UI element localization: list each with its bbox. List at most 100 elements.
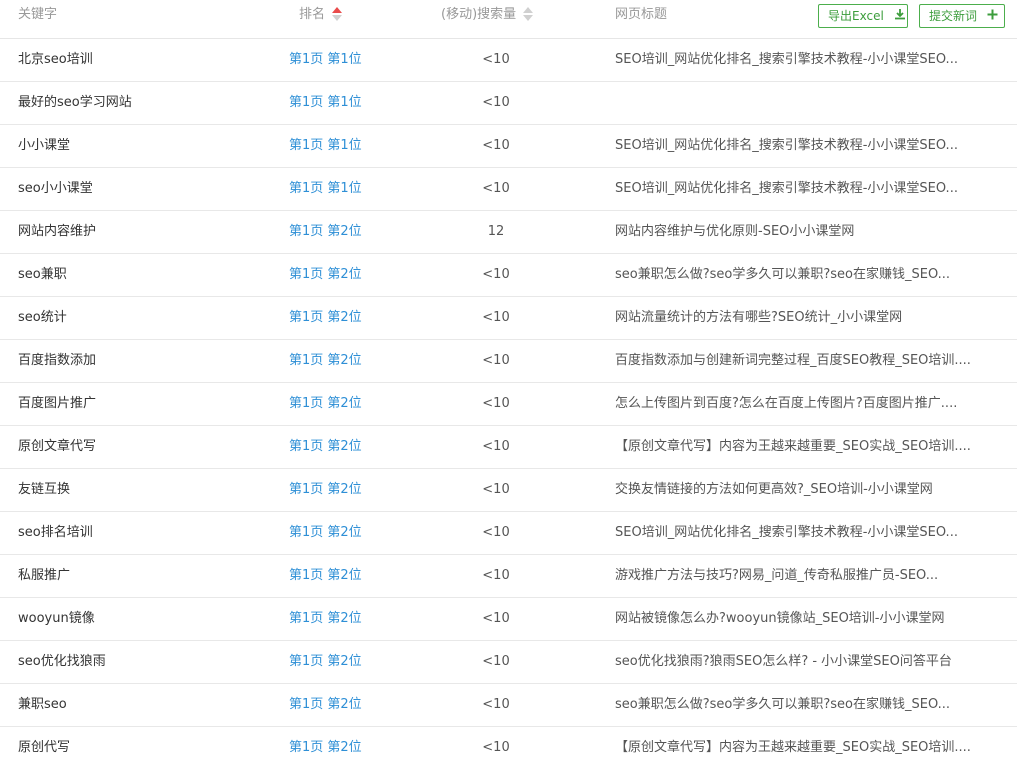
search-volume-cell: <10 [482, 396, 510, 411]
search-volume-cell: <10 [482, 568, 510, 583]
page-title-cell: SEO培训_网站优化排名_搜索引擎技术教程-小小课堂SEO... [615, 181, 958, 196]
download-icon [894, 5, 906, 27]
keyword-cell: seo统计 [18, 310, 67, 325]
page-title-cell: SEO培训_网站优化排名_搜索引擎技术教程-小小课堂SEO... [615, 525, 958, 540]
keyword-cell: 百度指数添加 [18, 353, 97, 368]
sort-arrows-icon[interactable] [523, 6, 534, 21]
rank-link[interactable]: 第1页 第2位 [289, 684, 362, 726]
rank-link[interactable]: 第1页 第2位 [289, 340, 362, 382]
table-row: 网站内容维护 第1页 第2位 12 网站内容维护与优化原则-SEO小小课堂网 [0, 211, 1017, 254]
rank-link[interactable]: 第1页 第2位 [289, 555, 362, 597]
sort-arrows-icon[interactable] [332, 6, 343, 21]
page-title-cell: 交换友情链接的方法如何更高效?_SEO培训-小小课堂网 [615, 482, 933, 497]
column-header-volume-label: (移动)搜索量 [441, 7, 517, 22]
column-header-keyword: 关键字 [18, 7, 58, 22]
rank-link[interactable]: 第1页 第2位 [289, 211, 362, 253]
rank-link[interactable]: 第1页 第2位 [289, 426, 362, 468]
keyword-cell: 兼职seo [18, 697, 67, 712]
keyword-cell: 百度图片推广 [18, 396, 97, 411]
table-row: 原创文章代写 第1页 第2位 <10 【原创文章代写】内容为王越来越重要_SEO实战_… [0, 426, 1017, 469]
table-row: 北京seo培训 第1页 第1位 <10 SEO培训_网站优化排名_搜索引擎技术教程-小… [0, 39, 1017, 82]
table-row: 兼职seo 第1页 第2位 <10 seo兼职怎么做?seo学多久可以兼职?seo在家… [0, 684, 1017, 727]
search-volume-cell: <10 [482, 52, 510, 67]
page-title-cell: 网站被镜像怎么办?wooyun镜像站_SEO培训-小小课堂网 [615, 611, 945, 626]
table-row: 百度图片推广 第1页 第2位 <10 怎么上传图片到百度?怎么在百度上传图片?百度图片… [0, 383, 1017, 426]
keyword-ranking-table: 关键字 排名 (移动)搜索量 网页标题 导出Excel 提交新词 北京seo培训… [0, 0, 1017, 765]
keyword-cell: seo优化找狼雨 [18, 654, 106, 669]
rank-link[interactable]: 第1页 第2位 [289, 297, 362, 339]
export-excel-button[interactable]: 导出Excel [818, 4, 908, 28]
rank-link[interactable]: 第1页 第2位 [289, 727, 362, 765]
table-row: 原创代写 第1页 第2位 <10 【原创文章代写】内容为王越来越重要_SEO实战_SE… [0, 727, 1017, 765]
export-excel-label: 导出Excel [828, 9, 884, 23]
rank-link[interactable]: 第1页 第1位 [289, 125, 362, 167]
keyword-cell: 私服推广 [18, 568, 71, 583]
keyword-cell: seo小小课堂 [18, 181, 93, 196]
column-header-rank-label: 排名 [299, 7, 326, 22]
keyword-cell: seo兼职 [18, 267, 67, 282]
table-row: 小小课堂 第1页 第1位 <10 SEO培训_网站优化排名_搜索引擎技术教程-小小课堂… [0, 125, 1017, 168]
keyword-cell: 北京seo培训 [18, 52, 93, 67]
page-title-cell: SEO培训_网站优化排名_搜索引擎技术教程-小小课堂SEO... [615, 52, 958, 67]
search-volume-cell: <10 [482, 525, 510, 540]
search-volume-cell: <10 [482, 439, 510, 454]
table-row: seo小小课堂 第1页 第1位 <10 SEO培训_网站优化排名_搜索引擎技术教程-小… [0, 168, 1017, 211]
page-title-cell: seo优化找狼雨?狼雨SEO怎么样? - 小小课堂SEO问答平台 [615, 654, 952, 669]
page-title-cell: 游戏推广方法与技巧?网易_问道_传奇私服推广员-SEO... [615, 568, 939, 583]
page-title-cell: 【原创文章代写】内容为王越来越重要_SEO实战_SEO培训.... [615, 439, 971, 454]
search-volume-cell: 12 [487, 224, 505, 239]
table-row: seo排名培训 第1页 第2位 <10 SEO培训_网站优化排名_搜索引擎技术教程-小… [0, 512, 1017, 555]
keyword-cell: 网站内容维护 [18, 224, 97, 239]
rank-link[interactable]: 第1页 第2位 [289, 512, 362, 554]
keyword-cell: wooyun镜像 [18, 611, 95, 626]
table-row: wooyun镜像 第1页 第2位 <10 网站被镜像怎么办?wooyun镜像站_SEO… [0, 598, 1017, 641]
page-title-cell: 怎么上传图片到百度?怎么在百度上传图片?百度图片推广.... [615, 396, 958, 411]
rank-link[interactable]: 第1页 第2位 [289, 254, 362, 296]
page-title-cell [615, 82, 991, 124]
rank-link[interactable]: 第1页 第2位 [289, 383, 362, 425]
submit-new-keyword-label: 提交新词 [929, 9, 978, 23]
search-volume-cell: <10 [482, 353, 510, 368]
column-header-search-volume[interactable]: (移动)搜索量 [441, 0, 534, 38]
search-volume-cell: <10 [482, 740, 510, 755]
search-volume-cell: <10 [482, 181, 510, 196]
rank-link[interactable]: 第1页 第1位 [289, 168, 362, 210]
search-volume-cell: <10 [482, 482, 510, 497]
rank-link[interactable]: 第1页 第1位 [289, 82, 362, 124]
page-title-cell: 网站流量统计的方法有哪些?SEO统计_小小课堂网 [615, 310, 903, 325]
search-volume-cell: <10 [482, 95, 510, 110]
keyword-cell: 原创文章代写 [18, 439, 97, 454]
rank-link[interactable]: 第1页 第2位 [289, 641, 362, 683]
column-header-page-title: 网页标题 [615, 7, 668, 22]
keyword-cell: 原创代写 [18, 740, 71, 755]
rank-link[interactable]: 第1页 第2位 [289, 598, 362, 640]
page-title-cell: 【原创文章代写】内容为王越来越重要_SEO实战_SEO培训.... [615, 740, 971, 755]
table-row: seo优化找狼雨 第1页 第2位 <10 seo优化找狼雨?狼雨SEO怎么样? - 小… [0, 641, 1017, 684]
page-title-cell: seo兼职怎么做?seo学多久可以兼职?seo在家赚钱_SEO... [615, 697, 951, 712]
keyword-cell: seo排名培训 [18, 525, 93, 540]
page-title-cell: seo兼职怎么做?seo学多久可以兼职?seo在家赚钱_SEO... [615, 267, 951, 282]
rank-link[interactable]: 第1页 第1位 [289, 39, 362, 81]
page-title-cell: 百度指数添加与创建新词完整过程_百度SEO教程_SEO培训.... [615, 353, 971, 368]
search-volume-cell: <10 [482, 611, 510, 626]
table-row: 最好的seo学习网站 第1页 第1位 <10 [0, 82, 1017, 125]
keyword-cell: 最好的seo学习网站 [18, 95, 132, 110]
table-row: 百度指数添加 第1页 第2位 <10 百度指数添加与创建新词完整过程_百度SEO教程_… [0, 340, 1017, 383]
table-row: 私服推广 第1页 第2位 <10 游戏推广方法与技巧?网易_问道_传奇私服推广员-SE… [0, 555, 1017, 598]
table-body: 北京seo培训 第1页 第1位 <10 SEO培训_网站优化排名_搜索引擎技术教程-小… [0, 39, 1017, 765]
search-volume-cell: <10 [482, 267, 510, 282]
page-title-cell: SEO培训_网站优化排名_搜索引擎技术教程-小小课堂SEO... [615, 138, 958, 153]
rank-link[interactable]: 第1页 第2位 [289, 469, 362, 511]
search-volume-cell: <10 [482, 697, 510, 712]
search-volume-cell: <10 [482, 310, 510, 325]
search-volume-cell: <10 [482, 138, 510, 153]
search-volume-cell: <10 [482, 654, 510, 669]
table-row: seo兼职 第1页 第2位 <10 seo兼职怎么做?seo学多久可以兼职?seo在家… [0, 254, 1017, 297]
table-row: 友链互换 第1页 第2位 <10 交换友情链接的方法如何更高效?_SEO培训-小小课堂… [0, 469, 1017, 512]
submit-new-keyword-button[interactable]: 提交新词 [919, 4, 1005, 28]
page-title-cell: 网站内容维护与优化原则-SEO小小课堂网 [615, 224, 855, 239]
column-header-rank[interactable]: 排名 [299, 0, 343, 38]
table-header: 关键字 排名 (移动)搜索量 网页标题 导出Excel 提交新词 [0, 0, 1017, 39]
keyword-cell: 友链互换 [18, 482, 71, 497]
keyword-cell: 小小课堂 [18, 138, 71, 153]
